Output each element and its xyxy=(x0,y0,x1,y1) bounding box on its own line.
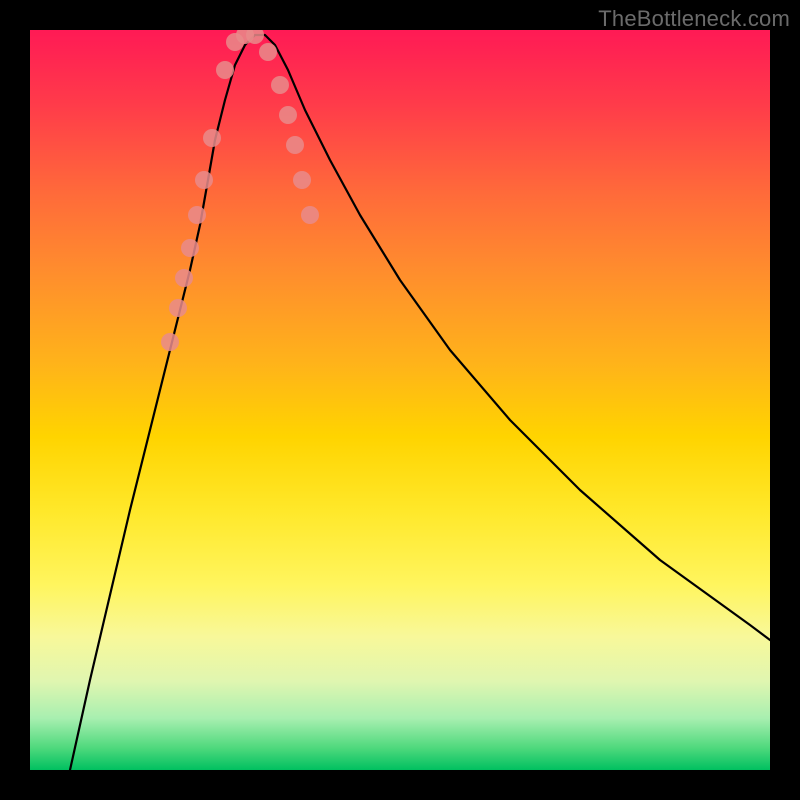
data-point xyxy=(195,171,213,189)
bottleneck-curve xyxy=(70,35,770,770)
data-point xyxy=(181,239,199,257)
chart-plot-area xyxy=(30,30,770,770)
data-point-layer xyxy=(161,30,319,351)
data-point xyxy=(161,333,179,351)
watermark-text: TheBottleneck.com xyxy=(598,6,790,32)
chart-frame: TheBottleneck.com xyxy=(0,0,800,800)
data-point xyxy=(301,206,319,224)
data-point xyxy=(271,76,289,94)
data-point xyxy=(259,43,277,61)
data-point xyxy=(286,136,304,154)
data-point xyxy=(169,299,187,317)
data-point xyxy=(175,269,193,287)
data-point xyxy=(279,106,297,124)
curve-layer xyxy=(70,35,770,770)
data-point xyxy=(293,171,311,189)
data-point xyxy=(203,129,221,147)
data-point xyxy=(188,206,206,224)
data-point xyxy=(216,61,234,79)
chart-svg xyxy=(30,30,770,770)
